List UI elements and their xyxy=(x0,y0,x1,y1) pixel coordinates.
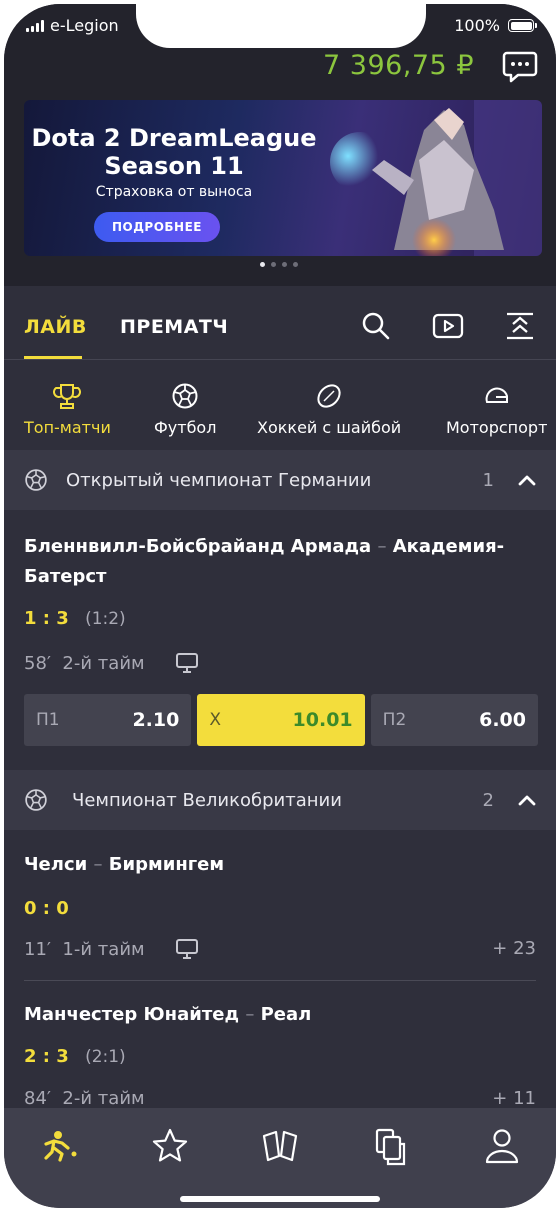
team-separator: – xyxy=(245,1004,255,1025)
star-icon[interactable] xyxy=(150,1126,190,1166)
odd-value: 10.01 xyxy=(292,709,353,731)
odd-value: 6.00 xyxy=(479,709,526,731)
team-away: Реал xyxy=(260,1004,312,1025)
banner-pagination[interactable] xyxy=(260,262,298,267)
home-indicator xyxy=(180,1196,380,1202)
team-away: Бирмингем xyxy=(108,854,225,875)
tv-icon xyxy=(175,939,198,959)
match-time-text: 84′ 2-й тайм xyxy=(24,1088,145,1109)
sport-item-football[interactable]: Футбол xyxy=(154,382,216,437)
status-battery: 100% xyxy=(454,16,537,35)
banner-subtitle: Страховка от выноса xyxy=(95,184,253,200)
match-teams[interactable]: Манчестер Юнайтед – Реал xyxy=(24,1000,524,1030)
team-separator: – xyxy=(377,536,387,557)
soccer-ball-icon xyxy=(25,789,47,811)
team-home: Челси xyxy=(24,854,88,875)
video-icon[interactable] xyxy=(432,310,464,342)
more-markets-count[interactable]: + 23 xyxy=(492,938,536,959)
banner-title-line2: Season 11 xyxy=(104,152,244,180)
chat-icon[interactable] xyxy=(502,48,538,84)
odd-label: П1 xyxy=(36,710,60,730)
helmet-icon xyxy=(485,387,508,403)
odd-home[interactable]: П1 2.10 xyxy=(24,694,192,746)
device-notch xyxy=(136,4,426,48)
collapse-all-icon[interactable] xyxy=(504,310,536,342)
score-value: 0 : 0 xyxy=(24,898,69,919)
coupons-icon[interactable] xyxy=(372,1126,412,1166)
match-time-text: 58′ 2-й тайм xyxy=(24,652,145,674)
league-match-count: 2 xyxy=(482,789,494,811)
match-teams[interactable]: Бленнвилл-Бойсбрайанд Армада – Академия-… xyxy=(24,532,524,592)
trophy-icon xyxy=(53,384,82,409)
battery-icon xyxy=(508,19,537,32)
team-away: Академия- xyxy=(392,536,505,557)
phone-frame: e-Legion 100% 7 396,75 ₽ Dota 2 DreamLea… xyxy=(0,0,560,1212)
soccer-ball-icon xyxy=(172,383,198,409)
odd-away[interactable]: П2 6.00 xyxy=(370,694,538,746)
league-header[interactable]: Открытый чемпионат Германии 1 xyxy=(4,450,556,510)
signal-icon xyxy=(26,19,44,32)
sport-item-motorsport[interactable]: Моторспорт xyxy=(446,382,547,437)
match-score: 1 : 3 (1:2) xyxy=(24,608,126,629)
tab-live[interactable]: ЛАЙВ xyxy=(24,316,87,338)
odd-value: 2.10 xyxy=(132,709,180,731)
league-name: Открытый чемпионат Германии xyxy=(66,469,372,491)
half-score: (1:2) xyxy=(85,609,126,629)
chevron-up-icon[interactable] xyxy=(516,469,538,491)
banner-title: Dota 2 DreamLeague Season 11 xyxy=(24,124,324,180)
score-value: 1 : 3 xyxy=(24,608,69,629)
match-time: 84′ 2-й тайм xyxy=(24,1088,145,1109)
sport-label: Топ-матчи xyxy=(24,418,111,437)
team-separator: – xyxy=(93,854,103,875)
search-icon[interactable] xyxy=(360,310,392,342)
bottom-navigation xyxy=(4,1108,556,1208)
account-balance[interactable]: 7 396,75 ₽ xyxy=(323,50,474,81)
banner-title-line1: Dota 2 DreamLeague xyxy=(31,124,317,152)
cards-icon[interactable] xyxy=(260,1126,300,1166)
sports-player-icon[interactable] xyxy=(38,1126,78,1166)
league-header[interactable]: Чемпионат Великобритании 2 xyxy=(4,770,556,830)
soccer-ball-icon xyxy=(25,469,47,491)
banner-hero-art xyxy=(330,100,542,256)
banner-details-button[interactable]: ПОДРОБНЕЕ xyxy=(94,212,220,242)
battery-percent: 100% xyxy=(454,16,500,35)
odd-label: Х xyxy=(209,710,221,730)
odds-row: П1 2.10 Х 10.01 П2 6.00 xyxy=(24,694,538,746)
sport-item-top[interactable]: Топ-матчи xyxy=(24,382,111,437)
carrier-name: e-Legion xyxy=(50,16,119,35)
match-time: 11′ 1-й тайм xyxy=(24,938,199,960)
team-away-cont: Батерст xyxy=(24,566,107,587)
sport-label: Футбол xyxy=(154,418,217,437)
match-time-text: 11′ 1-й тайм xyxy=(24,938,145,960)
more-markets-count[interactable]: + 11 xyxy=(492,1088,536,1109)
league-name: Чемпионат Великобритании xyxy=(72,789,342,811)
status-carrier: e-Legion xyxy=(26,16,119,35)
match-divider xyxy=(24,980,536,981)
half-score: (2:1) xyxy=(85,1047,126,1067)
tv-icon xyxy=(175,653,198,673)
app-screen: e-Legion 100% 7 396,75 ₽ Dota 2 DreamLea… xyxy=(4,4,556,1208)
hockey-puck-icon xyxy=(317,384,341,408)
main-tabs: ЛАЙВ ПРЕМАТЧ xyxy=(4,286,556,360)
match-teams[interactable]: Челси – Бирмингем xyxy=(24,850,524,880)
match-time: 58′ 2-й тайм xyxy=(24,652,199,674)
promo-banner[interactable]: Dota 2 DreamLeague Season 11 Страховка о… xyxy=(24,100,542,256)
chevron-up-icon[interactable] xyxy=(516,789,538,811)
odd-draw[interactable]: Х 10.01 xyxy=(197,694,365,746)
score-value: 2 : 3 xyxy=(24,1046,69,1067)
profile-icon[interactable] xyxy=(482,1126,522,1166)
sport-item-hockey[interactable]: Хоккей с шайбой xyxy=(257,382,401,437)
league-match-count: 1 xyxy=(482,469,494,491)
sport-categories: Топ-матчи Футбол Хоккей с шайбой Моторсп… xyxy=(4,360,556,458)
sport-label: Моторспорт xyxy=(446,418,548,437)
tab-active-indicator xyxy=(24,356,82,359)
sport-label: Хоккей с шайбой xyxy=(257,418,402,437)
team-home: Бленнвилл-Бойсбрайанд Армада xyxy=(24,536,372,557)
odd-label: П2 xyxy=(382,710,407,730)
match-score: 0 : 0 xyxy=(24,898,69,919)
team-home: Манчестер Юнайтед xyxy=(24,1004,240,1025)
tab-prematch[interactable]: ПРЕМАТЧ xyxy=(120,316,228,338)
match-score: 2 : 3 (2:1) xyxy=(24,1046,126,1067)
